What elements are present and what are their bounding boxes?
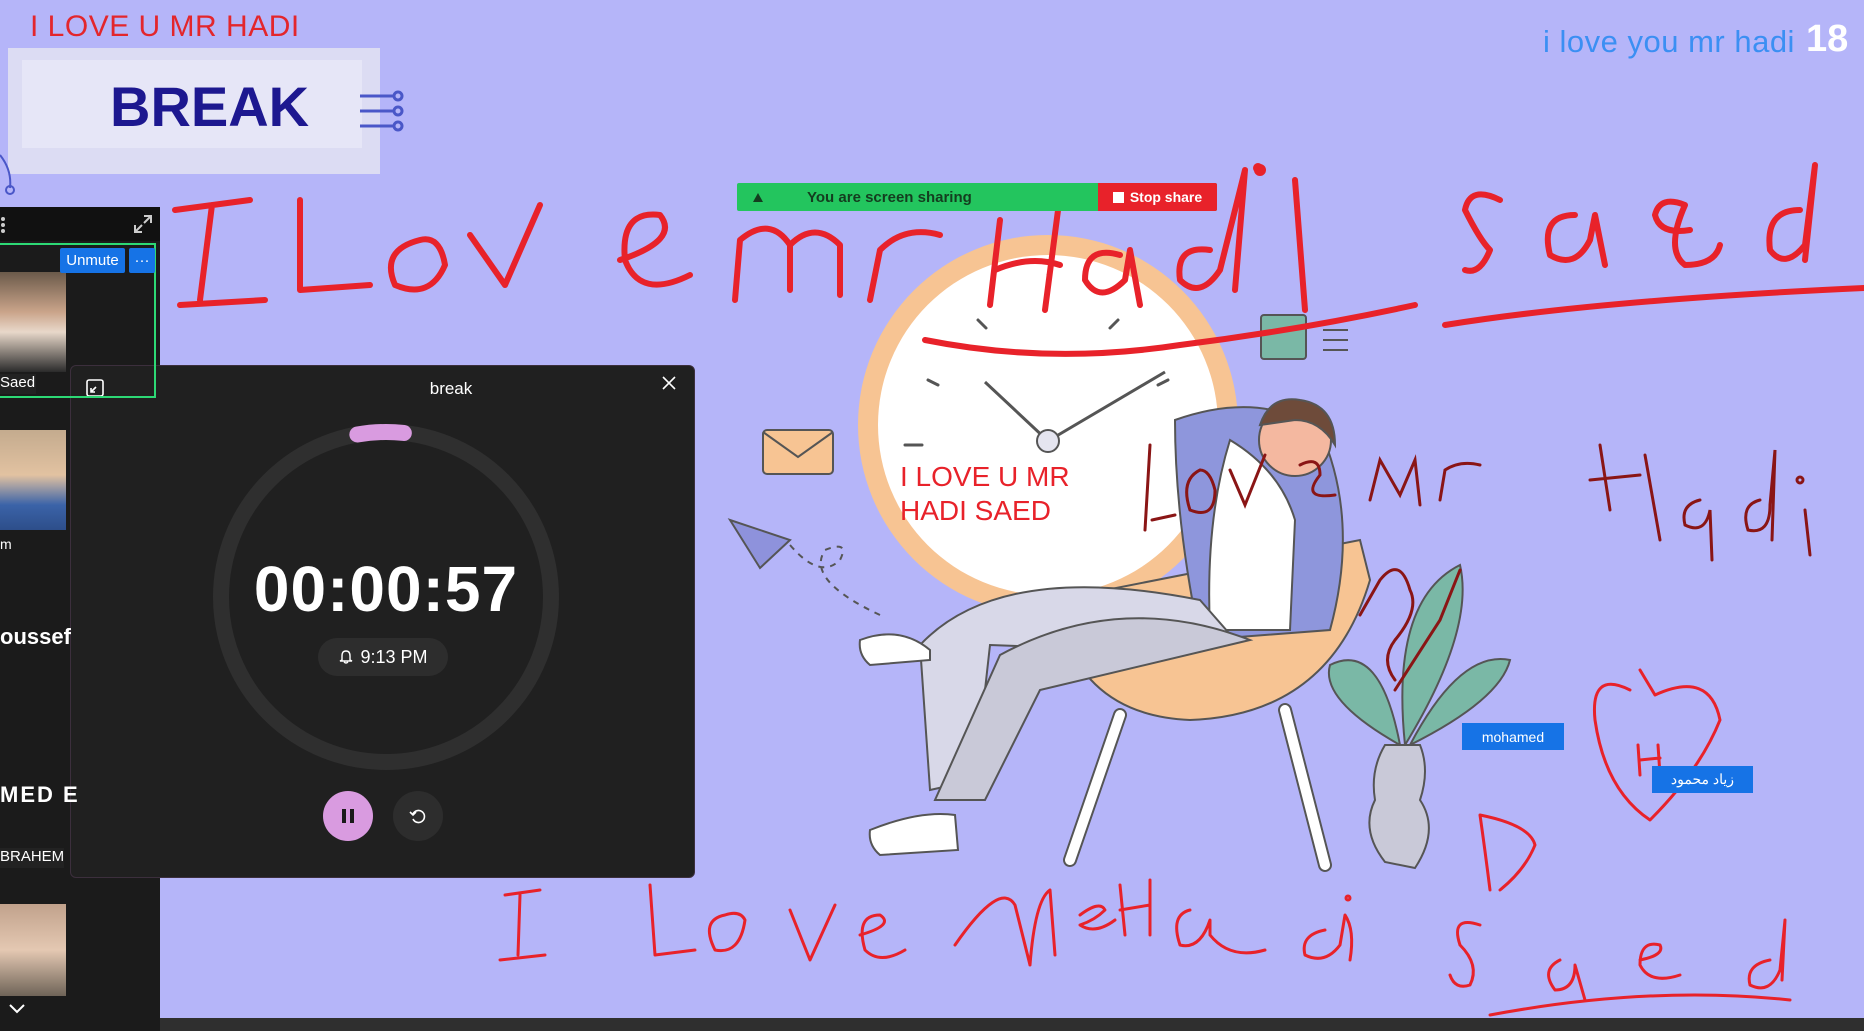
- bell-icon: [340, 650, 353, 664]
- pause-button[interactable]: [323, 791, 373, 841]
- expand-icon[interactable]: [132, 213, 154, 235]
- top-right-number: 18: [1806, 18, 1849, 60]
- clock-face-note-line1: I LOVE U MR: [900, 461, 1070, 492]
- clock-face-note: I LOVE U MR HADI SAED: [900, 460, 1070, 528]
- participants-panel-header: [0, 207, 160, 241]
- pin-icon[interactable]: [751, 190, 765, 204]
- participant-name-med: MED E: [0, 782, 80, 807]
- participant-name-brahem: BRAHEM: [0, 848, 64, 868]
- paper-plane-icon: [727, 518, 881, 616]
- red-note-top: I LOVE U MR HADI: [30, 10, 300, 43]
- screen-share-status: You are screen sharing: [807, 188, 972, 206]
- reset-icon: [409, 809, 426, 824]
- more-options-button[interactable]: ···: [129, 248, 155, 273]
- bottom-toolbar-strip: [160, 1018, 1864, 1031]
- participant-name-saed: Saed: [0, 374, 36, 394]
- close-icon[interactable]: [659, 373, 679, 393]
- stop-share-button[interactable]: Stop share: [1098, 183, 1217, 211]
- calendar-icon: [1260, 314, 1348, 360]
- timeline-icon: [360, 90, 404, 132]
- envelope-icon: [762, 429, 834, 475]
- connector-line: [0, 154, 15, 195]
- stop-share-label: Stop share: [1129, 189, 1203, 205]
- participant-video-saed[interactable]: [0, 272, 66, 372]
- unmute-button[interactable]: Unmute: [60, 248, 125, 273]
- timer-value: 00:00:57: [253, 553, 519, 625]
- participant-name-youssef: oussef: [0, 624, 71, 649]
- timer-window: break 00:00:57 9:13 PM: [70, 365, 695, 878]
- clock-face-note-line2: HADI SAED: [900, 495, 1051, 526]
- drag-handle-icon[interactable]: [0, 215, 8, 235]
- slide-title: BREAK: [110, 75, 310, 138]
- participant-name-2: m: [0, 536, 12, 552]
- name-chip-ziad[interactable]: زياد محمود: [1652, 766, 1753, 793]
- stop-icon: [1112, 191, 1124, 203]
- chevron-down-icon[interactable]: [8, 1003, 26, 1015]
- reset-button[interactable]: [393, 791, 443, 841]
- participant-video-2[interactable]: [0, 430, 66, 530]
- alarm-time: 9:13 PM: [360, 646, 428, 667]
- name-chip-mohamed[interactable]: mohamed: [1462, 723, 1564, 750]
- participant-video-3[interactable]: [0, 904, 66, 996]
- alarm-chip: 9:13 PM: [318, 638, 448, 676]
- pause-icon: [342, 809, 354, 823]
- top-right-note: i love you mr hadi: [1543, 24, 1795, 59]
- timer-window-title: break: [429, 379, 473, 398]
